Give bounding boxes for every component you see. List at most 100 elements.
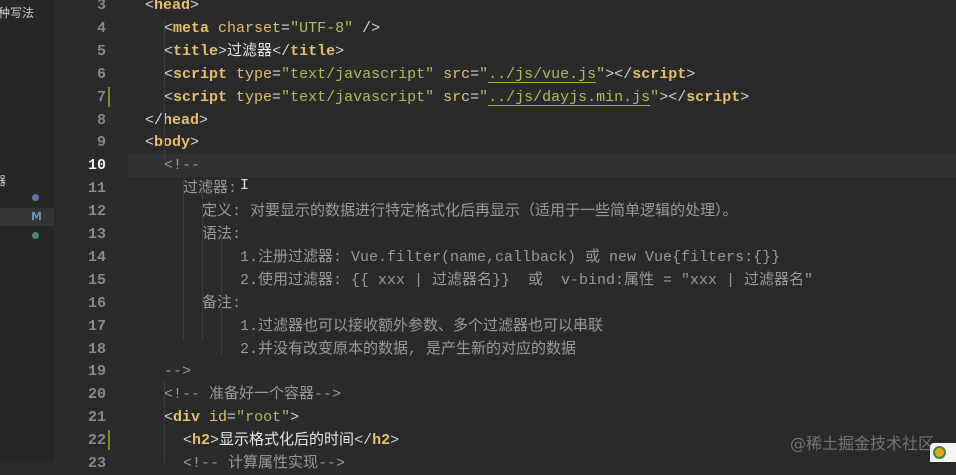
code-line[interactable]: 语法:: [128, 223, 956, 246]
code-token: 1.注册过滤器: Vue.filter(name,callback) 或 new…: [240, 248, 781, 266]
code-token: "root": [236, 409, 291, 427]
line-number: 10: [87, 157, 106, 175]
line-number: 3: [96, 0, 106, 14]
code-line[interactable]: <meta charset="UTF-8" />: [128, 17, 956, 40]
file-explorer-sidebar: 种写法 器 M: [0, 0, 54, 462]
modified-line-marker: [108, 86, 110, 107]
line-number: 9: [96, 134, 106, 152]
code-line[interactable]: <script type="text/javascript" src="../j…: [128, 63, 956, 86]
line-number: 8: [96, 111, 106, 129]
code-editor[interactable]: <head> <meta charset="UTF-8" /> <title>过滤器…: [128, 0, 956, 472]
code-token: </: [272, 42, 291, 60]
code-token: =: [272, 65, 282, 83]
code-line[interactable]: <head>: [128, 0, 956, 17]
line-number: 12: [87, 203, 106, 221]
code-token: =: [272, 88, 282, 106]
code-line[interactable]: <title>过滤器</title>: [128, 40, 956, 63]
sidebar-item-selected[interactable]: [0, 208, 54, 226]
code-token: 2.并没有改变原本的数据, 是产生新的对应的数据: [240, 340, 577, 358]
code-token: >: [210, 432, 220, 450]
line-number: 15: [87, 271, 106, 289]
code-token: <: [164, 409, 174, 427]
indent-guide: [221, 320, 222, 355]
indent-guide: [164, 19, 165, 160]
code-token: ": [650, 88, 660, 106]
code-token: 2.使用过滤器: {{ xxx | 过滤器名}} 或 v-bind:属性 = "…: [240, 271, 814, 289]
code-token: >: [335, 42, 345, 60]
code-token: >: [190, 134, 200, 152]
code-token: <!-- 计算属性实现-->: [183, 455, 346, 472]
indent-guide: [221, 230, 222, 320]
code-line[interactable]: <!--: [128, 154, 956, 178]
line-number: 19: [87, 363, 106, 381]
code-token: 定义: 对要显示的数据进行特定格式化后再显示（适用于一些简单逻辑的处理）。: [202, 203, 738, 221]
code-token: ": [479, 65, 489, 83]
line-number: 11: [87, 180, 106, 198]
line-number: 16: [87, 294, 106, 312]
code-token: script: [632, 65, 687, 83]
indent-guide: [183, 180, 184, 340]
file-link[interactable]: ../js/dayjs.min.js: [488, 89, 650, 106]
line-number: 13: [87, 226, 106, 243]
line-number: 22: [87, 432, 106, 450]
code-token: 过滤器: [227, 42, 273, 60]
code-line[interactable]: 过滤器:: [128, 177, 956, 200]
code-line[interactable]: <div id="root">: [128, 406, 956, 429]
code-token: title: [290, 42, 336, 60]
code-token: />: [353, 19, 381, 37]
code-token: <: [164, 65, 174, 83]
code-line[interactable]: 备注:: [128, 292, 956, 315]
code-token: </: [354, 432, 373, 450]
code-token: script: [173, 65, 237, 83]
code-token: head: [163, 111, 200, 129]
code-token: =: [281, 19, 291, 37]
code-line[interactable]: <!-- 准备好一个容器-->: [128, 383, 956, 406]
line-number-gutter: 3 4 5 6 7 8 9 10 11 12 13 14 15 16 17 18 19 20 21 22 23: [54, 0, 128, 472]
code-line[interactable]: 定义: 对要显示的数据进行特定格式化后再显示（适用于一些简单逻辑的处理）。: [128, 200, 956, 223]
code-token: src: [443, 88, 471, 106]
code-line[interactable]: <!-- 计算属性实现-->: [128, 452, 956, 475]
code-token: 显示格式化后的时间: [219, 432, 355, 450]
modified-badge: M: [31, 210, 42, 223]
code-token: title: [173, 42, 219, 60]
file-link[interactable]: ../js/vue.js: [488, 66, 596, 83]
code-line[interactable]: 2.并没有改变原本的数据, 是产生新的对应的数据: [128, 338, 956, 361]
code-token: <: [164, 42, 174, 60]
code-line[interactable]: 2.使用过滤器: {{ xxx | 过滤器名}} 或 v-bind:属性 = "…: [128, 269, 956, 292]
code-token: h2: [192, 432, 211, 450]
code-token: src: [443, 65, 471, 83]
indent-guide: [164, 380, 165, 462]
code-token: h2: [372, 432, 391, 450]
code-token: <: [164, 88, 174, 106]
code-token: >: [390, 432, 400, 450]
line-number: 6: [96, 65, 106, 83]
line-number: 7: [96, 88, 106, 106]
code-token: script: [173, 88, 237, 106]
code-token: >: [740, 88, 750, 106]
code-token: "UTF-8": [290, 19, 354, 37]
status-dot-icon: [32, 194, 39, 201]
code-line[interactable]: 1.注册过滤器: Vue.filter(name,callback) 或 new…: [128, 246, 956, 269]
line-number: 17: [87, 317, 106, 335]
watermark: @稀土掘金技术社区: [790, 434, 935, 453]
code-token: =: [470, 65, 480, 83]
code-line[interactable]: </head>: [128, 109, 956, 132]
code-token: type: [236, 65, 273, 83]
code-line[interactable]: -->: [128, 360, 956, 383]
code-token: 1.过滤器也可以接收额外参数、多个过滤器也可以串联: [240, 317, 604, 335]
code-token: id: [209, 409, 228, 427]
line-number: 5: [96, 42, 106, 60]
code-token: >: [686, 65, 696, 83]
line-number: 20: [87, 386, 106, 404]
sidebar-item[interactable]: 种写法: [0, 4, 34, 21]
code-line[interactable]: <body>: [128, 131, 956, 154]
code-token: charset: [218, 19, 282, 37]
sidebar-item[interactable]: 器: [0, 172, 6, 189]
code-token: >: [199, 111, 209, 129]
code-token: >: [190, 0, 200, 14]
code-line[interactable]: 1.过滤器也可以接收额外参数、多个过滤器也可以串联: [128, 315, 956, 338]
code-line[interactable]: <script type="text/javascript" src="../j…: [128, 86, 956, 109]
indent-guide: [202, 180, 203, 340]
code-token: <: [145, 0, 155, 14]
code-token: -->: [164, 363, 192, 381]
